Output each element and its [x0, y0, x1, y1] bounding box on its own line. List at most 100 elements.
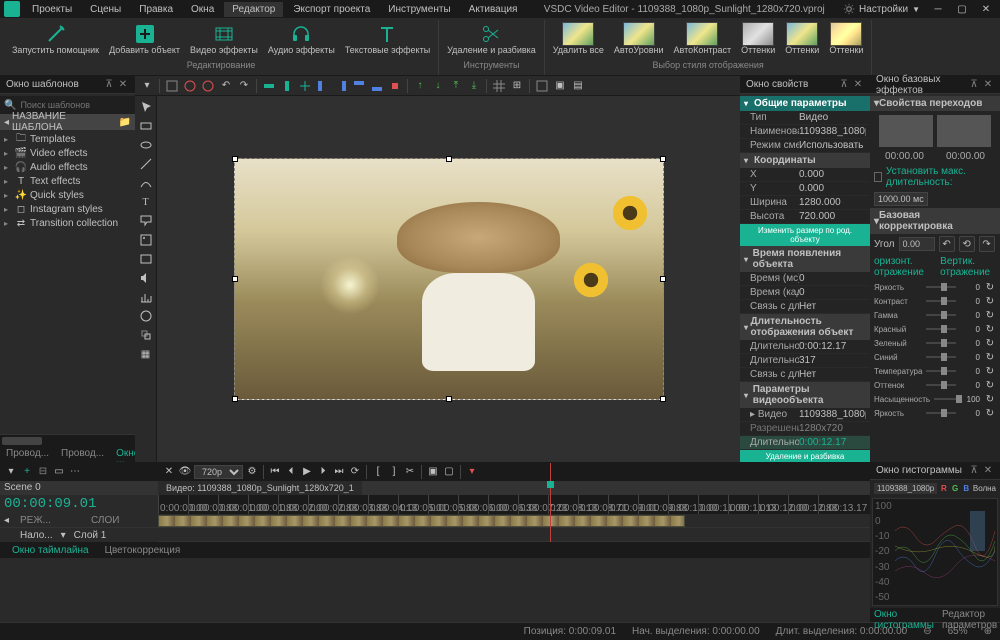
arrow-up[interactable]: ↑: [412, 78, 428, 94]
align-1[interactable]: [261, 78, 277, 94]
undo-tool[interactable]: ↶: [218, 78, 234, 94]
rotate-cw-button[interactable]: ↷: [979, 236, 995, 252]
duration-ms-input[interactable]: [874, 192, 928, 206]
resize-to-parent-button[interactable]: Изменить размер по род. объекту: [740, 224, 870, 246]
tree-item[interactable]: ▸TText effects: [0, 174, 135, 188]
tl-zoom-menu[interactable]: ▾: [465, 465, 479, 479]
tl-add[interactable]: +: [20, 465, 34, 479]
close-icon[interactable]: ✕: [117, 79, 129, 91]
menu-edit[interactable]: Правка: [131, 2, 181, 17]
arrow-top[interactable]: ⤒: [448, 78, 464, 94]
templates-tab-1[interactable]: Провод...: [0, 446, 55, 462]
fx-slider[interactable]: [926, 300, 956, 302]
curve-tool[interactable]: [137, 174, 155, 192]
zoom-in-button[interactable]: ⊕: [984, 626, 992, 637]
fx-transitions-section[interactable]: ▾Свойства переходов: [870, 96, 1000, 111]
maximize-button[interactable]: ▢: [952, 2, 972, 16]
scene-tab[interactable]: Видео: 1109388_1080p_Sunlight_1280x720_1: [158, 481, 362, 495]
prop-dur-link2[interactable]: Нет: [799, 369, 866, 380]
section-video-params[interactable]: ▾Параметры видеообъекта: [740, 382, 870, 408]
prop-y[interactable]: 0.000: [799, 183, 866, 194]
misc-2[interactable]: ▣: [552, 78, 568, 94]
delete-split-button[interactable]: Удаление и разбивка: [443, 20, 540, 58]
histo-g-button[interactable]: G: [950, 482, 959, 494]
tl-eye[interactable]: 👁: [178, 465, 192, 479]
menu-activation[interactable]: Активация: [461, 2, 526, 17]
tl-gear[interactable]: ⚙: [245, 465, 259, 479]
pointer-tool[interactable]: [137, 98, 155, 116]
histo-source[interactable]: 1109388_1080p: [874, 483, 937, 494]
prop-time-frame[interactable]: 0: [799, 287, 866, 298]
style-hue-2[interactable]: Оттенки: [781, 20, 823, 58]
align-2[interactable]: [279, 78, 295, 94]
transition-in-thumb[interactable]: [879, 115, 933, 147]
style-hue-3[interactable]: Оттенки: [825, 20, 867, 58]
settings-button[interactable]: Настройки ▼: [843, 3, 920, 15]
tl-mark-in[interactable]: [: [371, 465, 385, 479]
resize-handle[interactable]: [232, 156, 238, 162]
video-clip[interactable]: [158, 515, 685, 527]
mirror-h-button[interactable]: оризонт. отражение: [874, 256, 932, 278]
fx-reset-button[interactable]: ↻: [984, 407, 996, 419]
tl-ungroup[interactable]: ▢: [442, 465, 456, 479]
prop-duration[interactable]: 0:00:12.17: [799, 341, 866, 352]
tl-next-frame[interactable]: ⏵: [316, 465, 330, 479]
tl-del[interactable]: ⊟: [36, 465, 50, 479]
misc-3[interactable]: ▤: [570, 78, 586, 94]
fx-reset-button[interactable]: ↻: [984, 323, 996, 335]
max-duration-checkbox[interactable]: [874, 172, 882, 182]
angle-input[interactable]: [899, 237, 935, 251]
prop-blend[interactable]: Использовать свойс: [799, 140, 866, 151]
align-3[interactable]: [297, 78, 313, 94]
tree-item[interactable]: ▸🎧Audio effects: [0, 160, 135, 174]
playhead[interactable]: [550, 463, 551, 542]
menu-tools[interactable]: Инструменты: [380, 2, 458, 17]
histo-tab-2[interactable]: Редактор параметров: [938, 608, 1000, 622]
align-6[interactable]: [351, 78, 367, 94]
tl-layer[interactable]: ▭: [52, 465, 66, 479]
tooltip-tool[interactable]: [137, 212, 155, 230]
tl-dropdown[interactable]: ▾: [4, 465, 18, 479]
video-object[interactable]: [234, 158, 664, 400]
section-coords[interactable]: ▾Координаты: [740, 153, 870, 168]
pin-icon[interactable]: ⊼: [968, 465, 980, 477]
fx-reset-button[interactable]: ↻: [984, 309, 996, 321]
section-general[interactable]: ▾Общие параметры: [740, 96, 870, 111]
tl-first[interactable]: ⏮: [268, 465, 282, 479]
audio-effects-button[interactable]: Аудио эффекты: [264, 20, 339, 58]
tree-item[interactable]: ▸⇄Transition collection: [0, 216, 135, 230]
sprite-tool[interactable]: ▦: [137, 345, 155, 363]
fx-slider[interactable]: [934, 398, 956, 400]
tl-mark-out[interactable]: ]: [387, 465, 401, 479]
tool-c[interactable]: [200, 78, 216, 94]
menu-export[interactable]: Экспорт проекта: [285, 2, 378, 17]
ellipse-tool[interactable]: [137, 136, 155, 154]
tl-cut[interactable]: ✂: [403, 465, 417, 479]
style-auto-levels[interactable]: АвтоУровни: [610, 20, 668, 58]
snap-tool[interactable]: ⊞: [509, 78, 525, 94]
tl-loop[interactable]: ⟳: [348, 465, 362, 479]
rotate-ccw-button[interactable]: ↶: [939, 236, 955, 252]
prop-video-file[interactable]: 1109388_1080p_Su: [799, 409, 866, 420]
video-effects-button[interactable]: Видео эффекты: [186, 20, 262, 58]
style-hue-1[interactable]: Оттенки: [737, 20, 779, 58]
tool-b[interactable]: [182, 78, 198, 94]
tl-group[interactable]: ▣: [426, 465, 440, 479]
fx-slider[interactable]: [926, 384, 956, 386]
scene-label[interactable]: Scene 0: [4, 482, 41, 493]
fx-slider[interactable]: [926, 314, 956, 316]
close-icon[interactable]: ✕: [982, 465, 994, 477]
redo-tool[interactable]: ↷: [236, 78, 252, 94]
transition-out-thumb[interactable]: [937, 115, 991, 147]
tree-item[interactable]: ▸✨Quick styles: [0, 188, 135, 202]
menu-editor[interactable]: Редактор: [224, 2, 283, 17]
style-remove-all[interactable]: Удалить все: [549, 20, 608, 58]
tab-timeline[interactable]: Окно таймлайна: [4, 543, 97, 558]
fx-reset-button[interactable]: ↻: [984, 351, 996, 363]
tab-color-correction[interactable]: Цветокоррекция: [97, 543, 189, 558]
fx-reset-button[interactable]: ↻: [984, 365, 996, 377]
histo-r-button[interactable]: R: [939, 482, 948, 494]
align-5[interactable]: [333, 78, 349, 94]
launch-helper-button[interactable]: Запустить помощник: [8, 20, 103, 58]
tl-play[interactable]: ▶: [300, 465, 314, 479]
